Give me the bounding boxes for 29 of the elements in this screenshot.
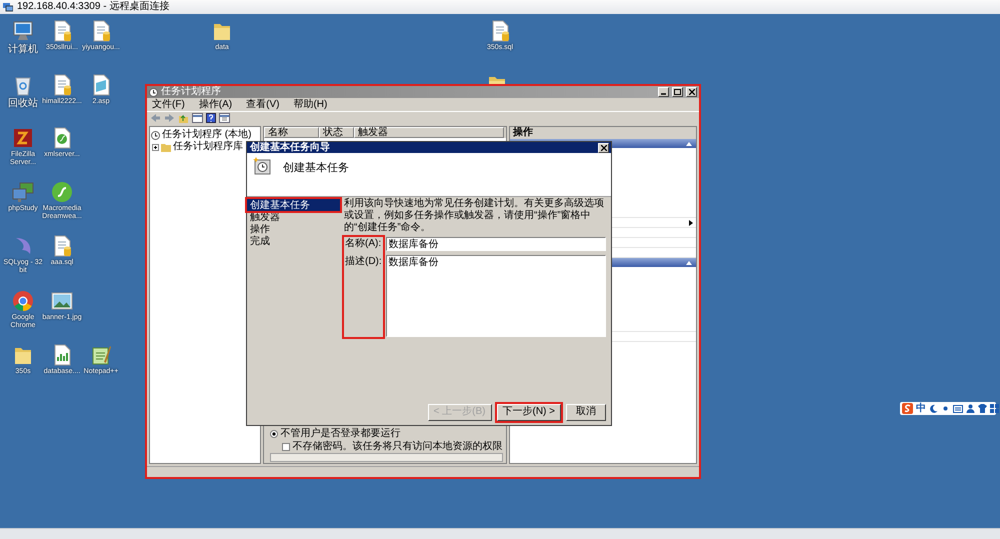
field-label: 描述(D): <box>345 255 382 269</box>
dialog-button[interactable]: 取消 <box>566 404 606 420</box>
menu-item[interactable]: 操作(A) <box>198 98 232 110</box>
option-label: 不存储密码。该任务将只有访问本地资源的权限 <box>292 441 502 453</box>
menu-item[interactable]: 文件(F) <box>152 98 185 110</box>
panel-header: 操作 <box>510 127 696 139</box>
menu-item[interactable]: 帮助(H) <box>293 98 328 110</box>
description-field[interactable]: 数据库备份 <box>386 255 606 337</box>
option-label: 不管用户是否登录都要运行 <box>280 428 400 440</box>
description-text: 利用该向导快速地为常见任务创建计划。有关更多高级选项或设置，例如多任务操作或触发器，请使用“操作”窗格中的“创建任务”命令。 <box>344 198 605 234</box>
window-title: 192.168.40.4:3309 - 远程桌面连接 <box>17 1 170 13</box>
menu-item[interactable]: 查看(V) <box>246 98 280 110</box>
column-header[interactable]: 状态 <box>319 127 354 138</box>
desktop-icon-label[interactable]: 回收站 <box>8 98 38 110</box>
name-field[interactable]: 数据库备份 <box>386 237 606 251</box>
tree-item[interactable]: 任务计划程序 (本地) <box>162 129 252 141</box>
dialog-title: 创建基本任务向导 <box>250 142 330 154</box>
dialog-heading: 创建基本任务 <box>283 161 349 176</box>
dialog-button[interactable]: 下一步(N) > <box>496 404 561 420</box>
desktop-icon-label[interactable]: 计算机 <box>8 44 38 56</box>
wizard-step[interactable]: 完成 <box>247 235 340 247</box>
window-title: 任务计划程序 <box>161 86 221 98</box>
wizard-step[interactable]: 操作 <box>247 223 340 235</box>
input-mode-indicator[interactable]: 中 <box>916 402 926 414</box>
column-header[interactable]: 名称 <box>264 127 319 138</box>
column-header[interactable]: 触发器 <box>354 127 504 138</box>
wizard-step[interactable]: 创建基本任务 <box>247 199 340 211</box>
field-label: 名称(A): <box>345 237 382 251</box>
tree-item[interactable]: 任务计划程序库 <box>173 141 243 153</box>
